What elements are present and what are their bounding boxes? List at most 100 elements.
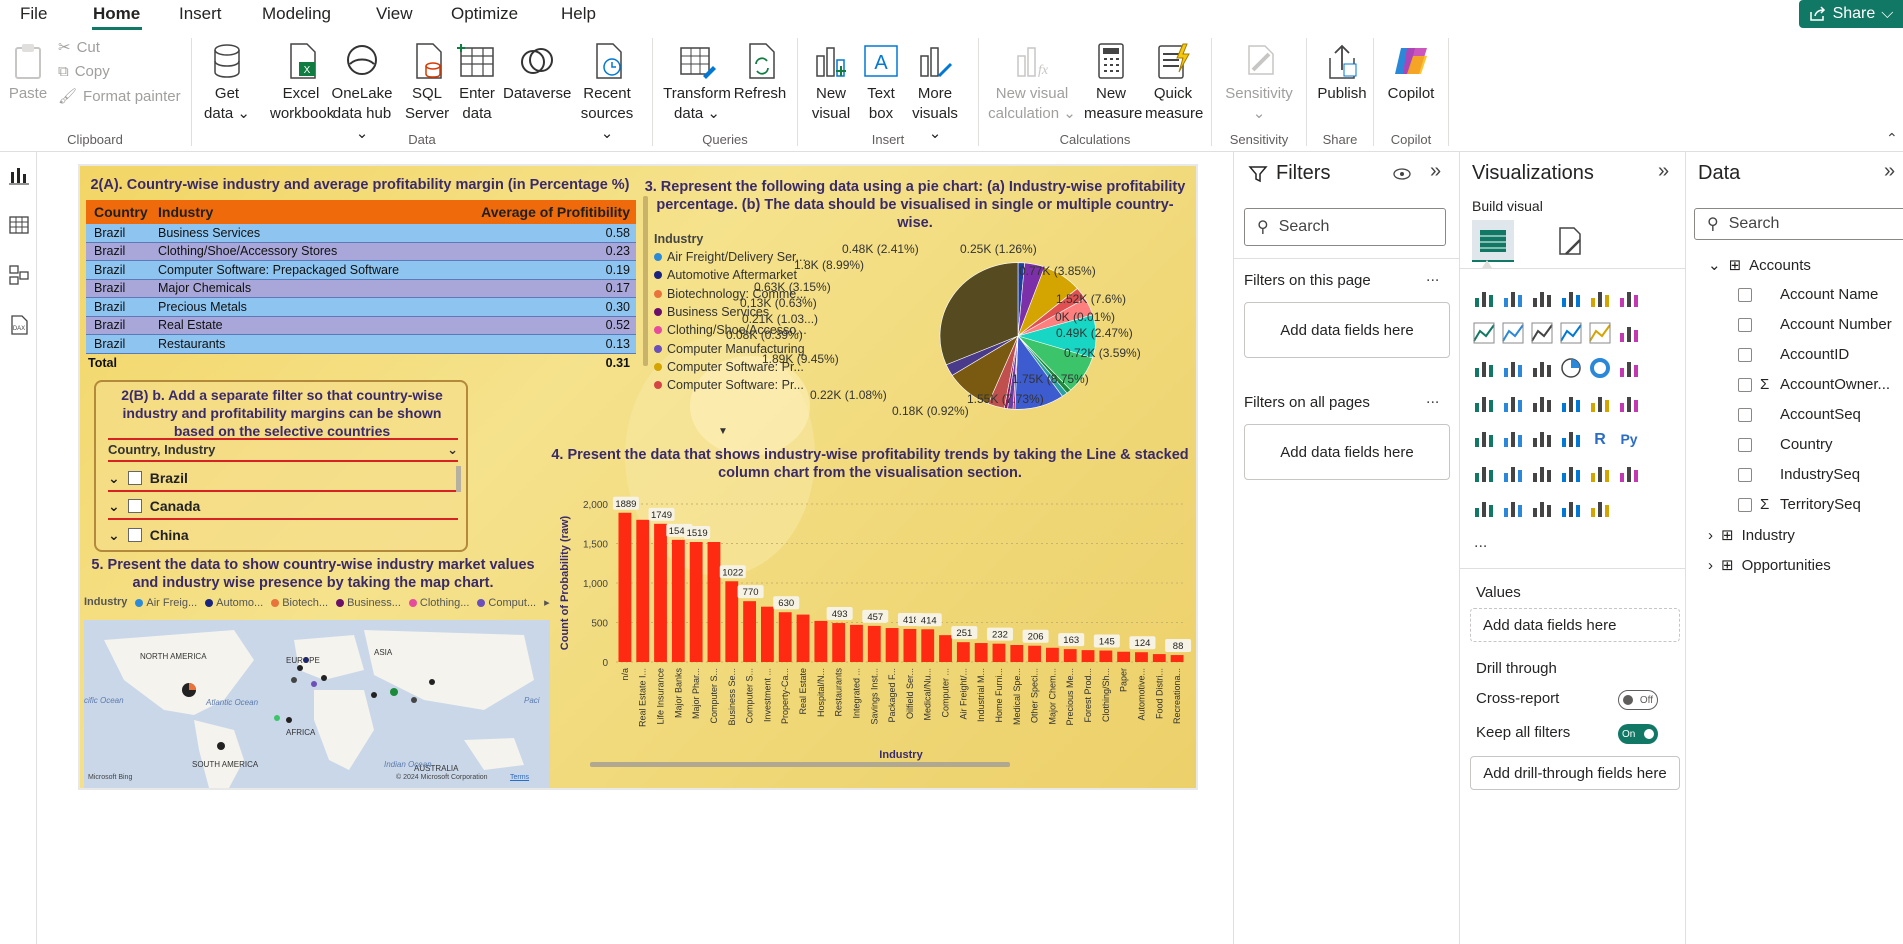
expand-icon[interactable]: ⌄	[108, 498, 120, 515]
map-terms-link[interactable]: Terms	[510, 774, 529, 781]
report-view-icon[interactable]	[8, 164, 30, 186]
slicer-icon[interactable]	[1501, 426, 1525, 450]
profitability-table[interactable]: Country Industry Average of Profitibilit…	[86, 200, 636, 372]
new-visual-button[interactable]: New visual	[806, 42, 856, 124]
checkbox[interactable]	[127, 471, 142, 485]
expand-icon[interactable]: ⌄	[108, 527, 120, 544]
key-influencers-icon[interactable]	[1472, 461, 1496, 485]
chart-scrollbar[interactable]	[590, 762, 1010, 767]
menu-optimize[interactable]: Optimize	[451, 4, 518, 24]
matrix-icon[interactable]	[1559, 426, 1583, 450]
python-visual-icon[interactable]: Py	[1617, 426, 1641, 450]
excel-workbook-button[interactable]: X Excel workbook	[270, 42, 334, 124]
table-row[interactable]: Brazil Major Chemicals 0.17	[86, 279, 636, 298]
checkbox[interactable]	[127, 528, 142, 542]
bar[interactable]	[1081, 650, 1095, 662]
format-painter-button[interactable]: 🖌 Format painter	[58, 87, 181, 106]
pie-legend-item[interactable]: Computer Software: Pr...	[654, 378, 804, 392]
pie-legend-item[interactable]: Air Freight/Delivery Ser...	[654, 250, 806, 264]
menu-insert[interactable]: Insert	[179, 4, 222, 24]
table-node[interactable]: ⌄ ⊞ Accounts	[1708, 256, 1811, 275]
clustered-bar-icon[interactable]	[1530, 286, 1554, 310]
bar[interactable]	[689, 541, 703, 662]
field-checkbox[interactable]	[1738, 437, 1752, 452]
drill-through-drop[interactable]: Add drill-through fields here	[1470, 756, 1680, 790]
checkbox[interactable]	[127, 499, 142, 513]
clustered-column-icon[interactable]	[1559, 286, 1583, 310]
bar[interactable]	[1099, 650, 1113, 662]
share-button[interactable]: Share ⌵	[1799, 0, 1903, 28]
field-checkbox[interactable]	[1738, 377, 1752, 392]
100-bar-icon[interactable]	[1588, 286, 1612, 310]
filters-this-page-drop[interactable]: Add data fields here	[1244, 302, 1450, 358]
bar[interactable]	[1045, 647, 1059, 662]
field-node[interactable]: AccountSeq	[1738, 406, 1861, 423]
bar[interactable]	[850, 624, 863, 662]
waterfall-icon[interactable]	[1472, 356, 1496, 380]
table-view-icon[interactable]	[8, 214, 30, 236]
bar[interactable]	[743, 601, 757, 662]
r-visual-icon[interactable]: R	[1588, 426, 1612, 450]
onelake-button[interactable]: OneLake data hub ⌄	[330, 42, 394, 144]
table-row[interactable]: Brazil Business Services 0.58	[86, 224, 636, 243]
bar[interactable]	[1117, 651, 1131, 662]
col-industry[interactable]: Industry	[150, 204, 480, 220]
slicer-item-china[interactable]: ⌄ China	[108, 522, 458, 548]
stacked-area-icon[interactable]	[1530, 321, 1554, 345]
kpi-icon[interactable]	[1472, 426, 1496, 450]
slicer-scrollbar[interactable]	[456, 466, 461, 492]
table-row[interactable]: Brazil Real Estate 0.52	[86, 316, 636, 335]
field-node[interactable]: Account Name	[1738, 286, 1878, 303]
line-chart-icon[interactable]	[1472, 321, 1496, 345]
field-checkbox[interactable]	[1738, 317, 1752, 332]
field-node[interactable]: Account Number	[1738, 316, 1892, 333]
field-checkbox[interactable]	[1738, 497, 1752, 512]
power-automate-icon[interactable]	[1530, 496, 1554, 520]
eye-icon[interactable]	[1392, 166, 1412, 182]
bar[interactable]	[1010, 645, 1024, 662]
field-node[interactable]: Σ TerritorySeq	[1738, 496, 1861, 513]
build-visual-tab[interactable]	[1472, 220, 1514, 262]
map-legend-item[interactable]: Clothing...	[408, 596, 469, 609]
text-box-button[interactable]: A Text box	[860, 42, 902, 124]
chevron-down-icon[interactable]: ⌄	[1708, 256, 1721, 274]
collapse-filters-icon[interactable]: »	[1430, 160, 1441, 183]
paste-button[interactable]: Paste	[8, 42, 48, 104]
more-visuals-button[interactable]: More visuals ⌄	[905, 42, 965, 144]
sensitivity-button[interactable]: Sensitivity ⌄	[1224, 42, 1294, 124]
more-options-icon[interactable]: ...	[1426, 390, 1439, 408]
bar[interactable]	[921, 629, 935, 662]
dataverse-button[interactable]: Dataverse	[503, 42, 571, 104]
bar[interactable]	[903, 628, 917, 662]
field-node[interactable]: Country	[1738, 436, 1833, 453]
bar[interactable]	[992, 643, 1006, 662]
collapse-viz-icon[interactable]: »	[1658, 160, 1669, 183]
col-avg-profitability[interactable]: Average of Profitibility	[480, 204, 636, 220]
bar[interactable]	[1152, 654, 1166, 662]
get-data-button[interactable]: Get data ⌄	[203, 42, 251, 124]
stacked-bar-icon[interactable]	[1472, 286, 1496, 310]
bar[interactable]	[885, 628, 899, 662]
filters-all-pages-drop[interactable]: Add data fields here	[1244, 424, 1450, 480]
copy-button[interactable]: ⧉ Copy	[58, 63, 110, 80]
field-checkbox[interactable]	[1738, 407, 1752, 422]
chevron-icon[interactable]	[1588, 496, 1612, 520]
table-row[interactable]: Brazil Computer Software: Prepackaged Sof…	[86, 261, 636, 280]
table-row[interactable]: Brazil Precious Metals 0.30	[86, 298, 636, 317]
chevron-right-icon[interactable]: ›	[1708, 557, 1713, 574]
bar[interactable]	[671, 539, 685, 662]
paginated-report-icon[interactable]	[1617, 461, 1641, 485]
new-measure-button[interactable]: New measure	[1084, 42, 1142, 124]
bar[interactable]	[1135, 652, 1148, 662]
bar[interactable]	[1063, 649, 1077, 662]
table-node[interactable]: › ⊞ Opportunities	[1708, 556, 1831, 575]
bar[interactable]	[636, 519, 650, 662]
area-chart-icon[interactable]	[1501, 321, 1525, 345]
line-stacked-column-icon[interactable]	[1559, 321, 1583, 345]
qa-icon[interactable]	[1530, 461, 1554, 485]
field-node[interactable]: Σ AccountOwner...	[1738, 376, 1890, 393]
sql-server-button[interactable]: SQL Server	[405, 42, 449, 124]
multirow-card-icon[interactable]	[1617, 391, 1641, 415]
format-visual-icon[interactable]	[1552, 224, 1588, 260]
values-drop[interactable]: Add data fields here	[1470, 608, 1680, 642]
